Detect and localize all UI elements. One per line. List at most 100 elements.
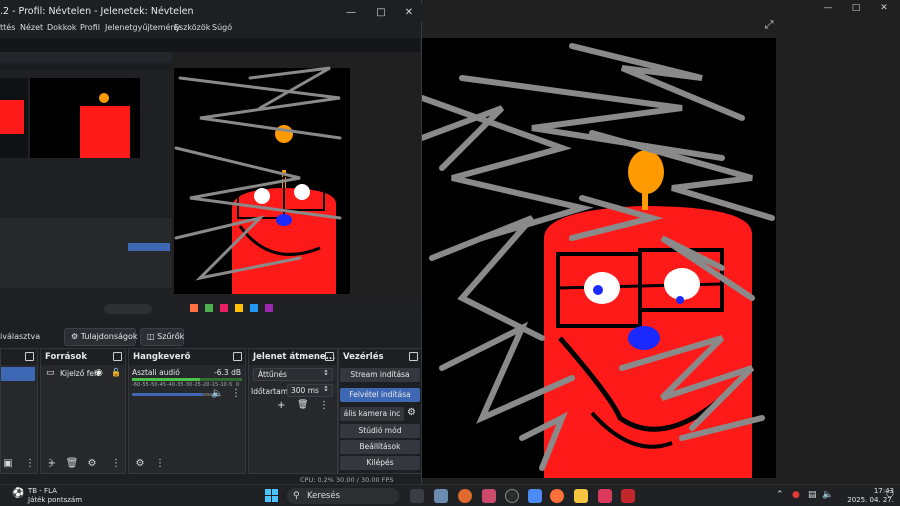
channel-level: -6.3 dB	[214, 368, 241, 377]
settings-button[interactable]: Beállítások	[340, 440, 420, 454]
app-icon-9[interactable]	[621, 489, 635, 503]
close-icon[interactable]: ✕	[876, 1, 892, 15]
dock-header	[1, 349, 37, 365]
more-icon[interactable]: ⋮	[109, 458, 123, 469]
remove-transition-icon[interactable]: 🗑	[297, 400, 308, 410]
float-icon[interactable]	[233, 352, 242, 361]
transition-select[interactable]: Áttűnés ↕	[253, 368, 333, 381]
widget-icon: ⚽	[12, 488, 25, 499]
app-icon-2[interactable]	[458, 489, 472, 503]
app-icon-8[interactable]	[598, 489, 612, 503]
obs-taskbar-icon[interactable]	[505, 489, 519, 503]
filters-button[interactable]: ◫ Szűrők	[140, 328, 184, 346]
start-icon[interactable]	[265, 489, 279, 503]
float-icon[interactable]	[113, 352, 122, 361]
tray-app-icon[interactable]: ●	[792, 490, 800, 500]
menu-scene-collection[interactable]: Jelenetgyűjtemény	[105, 23, 180, 32]
app-icon-1[interactable]	[434, 489, 448, 503]
duration-value: 300 ms	[291, 386, 319, 395]
obs-window[interactable]: .2 - Profil: Névtelen - Jelenetek: Névte…	[0, 0, 422, 484]
minimize-icon[interactable]: —	[820, 1, 836, 15]
chevron-updown-icon: ↕	[323, 369, 329, 377]
chevron-up-icon[interactable]: ⌃	[776, 490, 784, 500]
gear-icon[interactable]: ⚙	[85, 458, 99, 469]
float-icon[interactable]	[25, 352, 34, 361]
exit-button[interactable]: Kilépés	[340, 456, 420, 470]
selection-status: iválasztva	[0, 332, 41, 341]
float-icon[interactable]	[325, 352, 334, 361]
network-icon[interactable]: ▤	[808, 490, 817, 500]
meter-tick-label: -40	[166, 382, 175, 388]
projector-window[interactable]: — □ ✕ ⤢	[420, 0, 900, 484]
start-recording-button[interactable]: Felvétel indítása	[340, 388, 420, 402]
transition-selected: Áttűnés	[258, 370, 287, 379]
meter-tick-label: -55	[140, 382, 149, 388]
menu-tools[interactable]: Eszközök	[174, 23, 210, 32]
menu-docks[interactable]: Dokkok	[47, 23, 77, 32]
filter-icon[interactable]: ▣	[1, 458, 15, 469]
menu-profile[interactable]: Profil	[80, 23, 100, 32]
taskbar-search[interactable]: ⚲ Keresés	[287, 488, 399, 504]
start-stream-button[interactable]: Stream indítása	[340, 368, 420, 382]
meter-tick-label: -20	[201, 382, 210, 388]
chevron-updown-icon: ↕	[323, 385, 329, 393]
menu-bar: ttés Nézet Dokkok Profil Jelenetgyűjtemé…	[0, 22, 422, 36]
transitions-title: Jelenet átmene...	[253, 352, 336, 362]
source-item[interactable]: ▭ Kijelző felv ◉ 🔓	[43, 368, 125, 380]
notification-icon[interactable]: ○	[886, 489, 894, 499]
monitor-icon: ▭	[46, 368, 55, 378]
gear-icon[interactable]: ⚙	[133, 458, 147, 469]
float-icon[interactable]	[409, 352, 418, 361]
more-icon[interactable]: ⋮	[23, 458, 37, 469]
filters-label: Szűrők	[157, 332, 185, 341]
speaker-icon[interactable]: 🔈	[211, 388, 223, 399]
more-icon[interactable]: ⋮	[231, 388, 241, 399]
firefox-icon[interactable]	[550, 489, 564, 503]
studio-mode-button[interactable]: Stúdió mód	[340, 424, 420, 438]
widgets-button[interactable]: ⚽ TB - FLA Játék pontszám	[12, 487, 82, 505]
add-transition-icon[interactable]: +	[277, 400, 285, 411]
more-icon[interactable]: ⋮	[153, 458, 167, 469]
projector-titlebar[interactable]: — □ ✕	[420, 0, 900, 16]
fullscreen-icon[interactable]: ⤢	[762, 18, 776, 32]
gear-icon: ⚙	[71, 332, 81, 341]
dock-header: Jelenet átmene...	[249, 349, 337, 365]
transitions-dock: Jelenet átmene... Áttűnés ↕ Időtartam 30…	[248, 348, 338, 474]
remove-source-icon[interactable]: 🗑	[65, 458, 79, 469]
maximize-icon[interactable]: □	[848, 1, 864, 15]
lock-icon[interactable]: 🔓	[111, 368, 121, 377]
desktop: — □ ✕ ⤢ .2 - Profil: Névtelen - Jelenete…	[0, 0, 900, 506]
scene-item-selected[interactable]	[1, 367, 35, 381]
duration-spinbox[interactable]: 300 ms ↕	[287, 384, 333, 397]
obs-titlebar[interactable]: .2 - Profil: Névtelen - Jelenetek: Névte…	[0, 4, 422, 22]
add-source-icon[interactable]: +	[45, 458, 59, 469]
file-explorer-icon[interactable]	[574, 489, 588, 503]
dock-footer: ⋮ + 🗑 ⚙ ⋮	[41, 455, 125, 473]
gear-icon[interactable]: ⚙	[407, 407, 416, 418]
menu-edit[interactable]: ttés	[0, 23, 15, 32]
clock[interactable]: 17:43 2025. 04. 27.	[834, 487, 894, 505]
properties-button[interactable]: ⚙ Tulajdonságok	[64, 328, 138, 346]
maximize-icon[interactable]: □	[372, 6, 390, 20]
app-icon-5[interactable]	[528, 489, 542, 503]
obs-statusbar: CPU: 0.2% 30.00 / 30.00 FPS	[0, 476, 422, 484]
preview-area[interactable]	[0, 38, 420, 318]
more-icon[interactable]: ⋮	[319, 400, 329, 411]
eye-icon[interactable]: ◉	[95, 368, 103, 378]
widget-subtitle: Játék pontszám	[28, 496, 83, 504]
app-icon-3[interactable]	[482, 489, 496, 503]
menu-help[interactable]: Súgó	[212, 23, 232, 32]
menu-view[interactable]: Nézet	[20, 23, 43, 32]
meter-tick-label: -50	[149, 382, 158, 388]
meter-scale: -60 -55 -50 -45 -40 -35 -30 -25 -20 -15 -10 -5 0	[129, 382, 243, 389]
virtual-camera-button[interactable]: ális kamera inc	[340, 407, 404, 421]
volume-icon[interactable]: 🔈	[822, 490, 833, 500]
close-icon[interactable]: ✕	[400, 6, 418, 20]
controls-title: Vezérlés	[343, 352, 384, 362]
task-view-icon[interactable]	[410, 489, 424, 503]
volume-slider-fill	[132, 393, 203, 396]
meter-tick-label: -45	[158, 382, 167, 388]
minimize-icon[interactable]: —	[342, 6, 360, 20]
scenes-dock: ▣ ⋮	[0, 348, 38, 474]
volume-slider[interactable]	[132, 393, 214, 396]
